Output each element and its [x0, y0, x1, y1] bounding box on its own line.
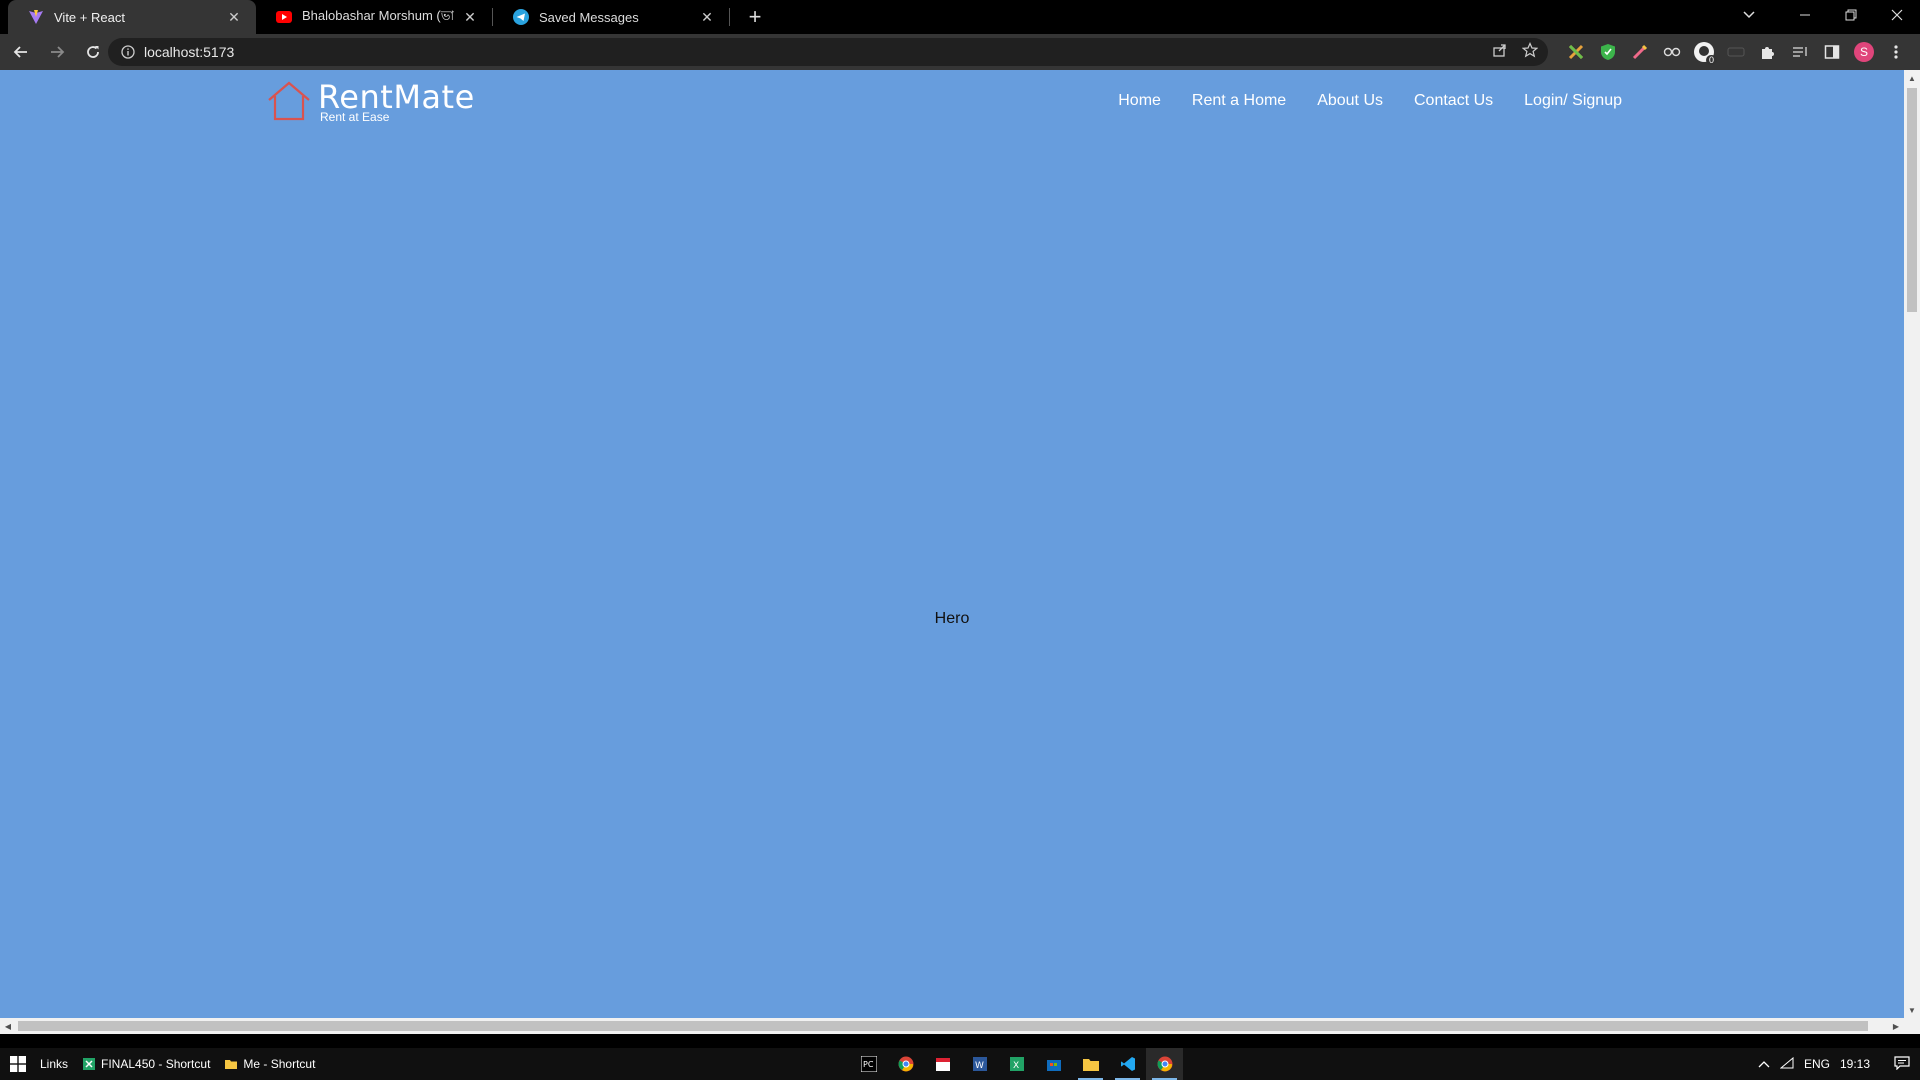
browser-toolbar: localhost:5173 0 S — [0, 34, 1920, 70]
media-queue-icon[interactable] — [1789, 41, 1811, 63]
profile-avatar[interactable]: S — [1853, 41, 1875, 63]
tab-title: Vite + React — [54, 9, 125, 25]
glasses-icon[interactable] — [1661, 41, 1683, 63]
store-icon[interactable] — [1035, 1048, 1072, 1080]
color-picker-icon[interactable] — [1629, 41, 1651, 63]
nav-about-us-link[interactable]: About Us — [1317, 92, 1383, 110]
kebab-menu-icon[interactable] — [1885, 41, 1907, 63]
system-tray: ENG 19:13 — [1758, 1048, 1920, 1080]
close-window-icon[interactable] — [1874, 0, 1920, 30]
language-indicator[interactable]: ENG — [1804, 1057, 1830, 1071]
tab-youtube[interactable]: Bhalobashar Morshum (ভালবাসা… ✕ — [256, 0, 492, 34]
site-info-icon[interactable] — [114, 38, 142, 66]
puzzle-extensions-icon[interactable] — [1757, 41, 1779, 63]
nav-rent-a-home-link[interactable]: Rent a Home — [1192, 92, 1286, 110]
page-viewport: RentMate Rent at Ease Home Rent a Home A… — [0, 70, 1920, 1034]
window-controls — [1782, 0, 1920, 30]
bookmark-star-icon[interactable] — [1521, 41, 1539, 63]
minimize-icon[interactable] — [1782, 0, 1828, 30]
screen: Vite + React ✕ Bhalobashar Morshum (ভালব… — [0, 0, 1920, 1080]
tab-search-icon[interactable] — [1726, 0, 1772, 30]
tab-telegram[interactable]: Saved Messages ✕ — [493, 0, 729, 34]
forward-icon[interactable] — [42, 37, 72, 67]
chrome-active-icon[interactable] — [1146, 1048, 1183, 1080]
reload-icon[interactable] — [78, 37, 108, 67]
vscode-icon[interactable] — [1109, 1048, 1146, 1080]
tab-title: Bhalobashar Morshum (ভালবাসা… — [302, 7, 454, 23]
chevron-up-icon[interactable] — [1758, 1057, 1770, 1071]
taskbar: Links FINAL450 - Shortcut Me - Shortcut … — [0, 1048, 1920, 1080]
nav-contact-us-link[interactable]: Contact Us — [1414, 92, 1493, 110]
new-tab-button[interactable]: + — [738, 0, 772, 34]
word-icon[interactable]: W — [961, 1048, 998, 1080]
shield-icon[interactable] — [1597, 41, 1619, 63]
tab-separator — [729, 8, 730, 26]
file-explorer-icon[interactable] — [1072, 1048, 1109, 1080]
vertical-scroll-thumb[interactable] — [1907, 88, 1917, 312]
calendar-app-icon[interactable] — [924, 1048, 961, 1080]
taskbar-apps: PC W X — [850, 1048, 1183, 1080]
close-icon[interactable]: ✕ — [462, 9, 478, 25]
scroll-right-icon[interactable]: ▶ — [1888, 1018, 1904, 1034]
scroll-up-icon[interactable]: ▲ — [1904, 70, 1920, 86]
horizontal-scroll-thumb[interactable] — [18, 1021, 1868, 1031]
telegram-icon — [513, 9, 529, 25]
links-toolbar-label[interactable]: Links — [40, 1057, 68, 1071]
address-bar[interactable]: localhost:5173 — [108, 38, 1548, 66]
profile-initial: S — [1854, 42, 1874, 62]
close-icon[interactable]: ✕ — [699, 9, 715, 25]
taskbar-link-label: FINAL450 - Shortcut — [101, 1057, 211, 1071]
svg-text:PC: PC — [863, 1060, 874, 1069]
folder-icon — [225, 1060, 238, 1069]
tab-vite-react[interactable]: Vite + React ✕ — [8, 0, 256, 34]
share-icon[interactable] — [1492, 42, 1508, 63]
taskbar-link-me[interactable]: Me - Shortcut — [224, 1057, 315, 1071]
brand-name: RentMate — [318, 78, 475, 116]
hero-text: Hero — [934, 610, 970, 627]
taskbar-link-final450[interactable]: FINAL450 - Shortcut — [82, 1057, 210, 1071]
notifications-icon[interactable] — [1894, 1055, 1910, 1073]
extensions-area: 0 S — [1565, 34, 1907, 70]
clock[interactable]: 19:13 — [1840, 1057, 1870, 1071]
extension-x-icon[interactable] — [1565, 41, 1587, 63]
excel-icon[interactable]: X — [998, 1048, 1035, 1080]
taskbar-link-label: Me - Shortcut — [243, 1057, 316, 1071]
vite-icon — [28, 9, 44, 25]
site-nav: Home Rent a Home About Us Contact Us Log… — [1118, 92, 1622, 110]
tab-title: Saved Messages — [539, 9, 639, 25]
svg-text:W: W — [975, 1061, 984, 1071]
svg-text:X: X — [1013, 1061, 1019, 1071]
scroll-left-icon[interactable]: ◀ — [0, 1018, 16, 1034]
extension-github-icon[interactable]: 0 — [1693, 41, 1717, 65]
pycharm-icon[interactable]: PC — [850, 1048, 887, 1080]
dim-extension-icon[interactable] — [1725, 41, 1747, 63]
nav-login-signup-link[interactable]: Login/ Signup — [1524, 92, 1622, 110]
chrome-icon[interactable] — [887, 1048, 924, 1080]
restore-icon[interactable] — [1828, 0, 1874, 30]
url-text: localhost:5173 — [144, 44, 235, 60]
windows-start-icon[interactable] — [0, 1048, 36, 1080]
horizontal-scrollbar[interactable]: ◀ ▶ — [0, 1018, 1904, 1034]
logo-text: RentMate Rent at Ease — [318, 80, 475, 123]
wifi-icon[interactable] — [1779, 1056, 1794, 1072]
nav-home-link[interactable]: Home — [1118, 92, 1161, 110]
youtube-icon — [276, 9, 292, 25]
back-icon[interactable] — [6, 37, 36, 67]
close-icon[interactable]: ✕ — [226, 9, 242, 25]
brand-tagline: Rent at Ease — [320, 110, 390, 124]
side-panel-icon[interactable] — [1821, 41, 1843, 63]
vertical-scrollbar[interactable]: ▲ ▼ — [1904, 70, 1920, 1034]
spreadsheet-icon — [83, 1058, 96, 1070]
site-header: RentMate Rent at Ease Home Rent a Home A… — [0, 70, 1904, 130]
extension-badge: 0 — [1705, 55, 1717, 65]
site-logo[interactable]: RentMate Rent at Ease — [266, 80, 475, 123]
house-logo-icon — [268, 81, 310, 121]
scroll-down-icon[interactable]: ▼ — [1904, 1002, 1920, 1018]
tab-strip: Vite + React ✕ Bhalobashar Morshum (ভালব… — [0, 0, 1920, 34]
